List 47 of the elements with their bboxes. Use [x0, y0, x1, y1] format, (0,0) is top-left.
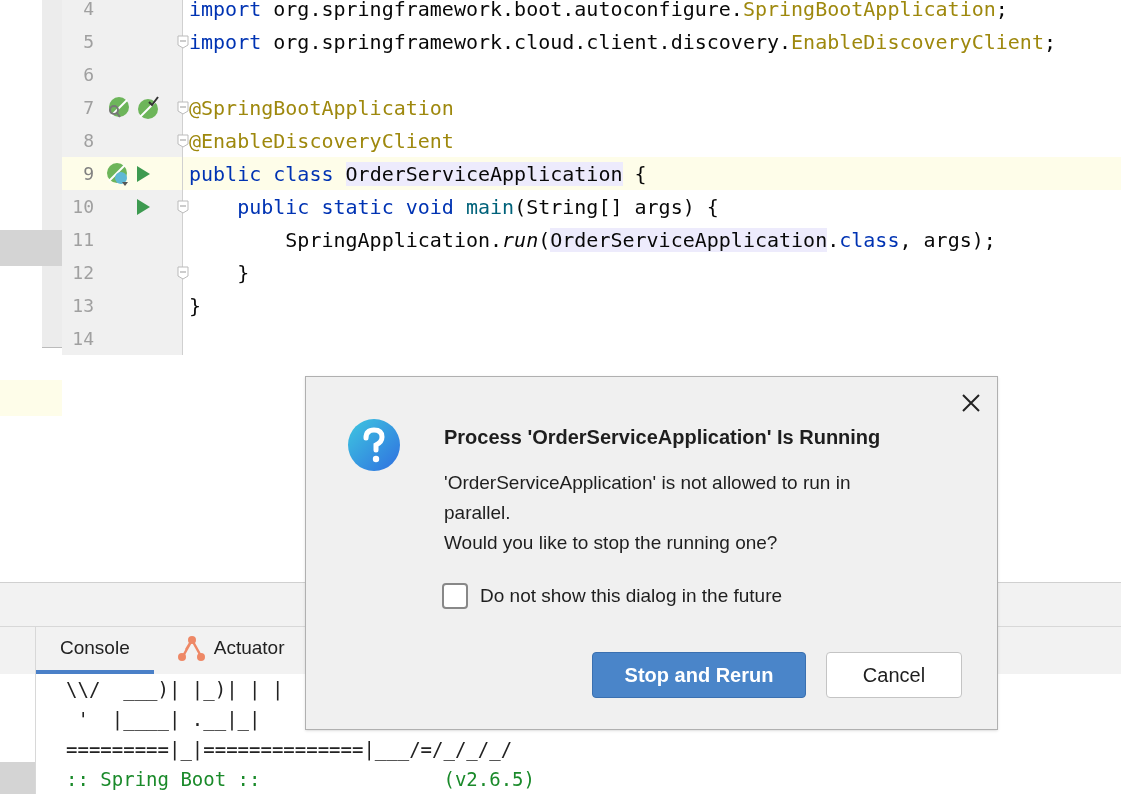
close-icon — [961, 393, 981, 413]
console-line: ' |____| .__|_| — [76, 707, 261, 733]
code-line: } — [189, 292, 202, 320]
actuator-icon — [177, 635, 206, 662]
fold-marker-icon[interactable] — [177, 265, 189, 280]
dialog-title: Process 'OrderServiceApplication' Is Running — [444, 425, 881, 450]
line-number: 9 — [82, 162, 94, 186]
do-not-show-checkbox[interactable]: Do not show this dialog in the future — [442, 582, 881, 611]
dialog-message: Would you like to stop the running one? — [444, 531, 778, 555]
line-number: 12 — [71, 261, 94, 285]
fold-marker-icon[interactable] — [177, 34, 189, 49]
spring-bean-icon[interactable] — [106, 161, 130, 186]
tool-tab[interactable]: Console — [36, 627, 154, 674]
fold-marker-icon[interactable] — [177, 133, 189, 148]
line-number: 10 — [71, 195, 94, 219]
dialog-button[interactable]: Cancel — [826, 652, 962, 698]
code-line: SpringApplication.run(OrderServiceApplication.class, args); — [284, 226, 996, 254]
line-number: 4 — [82, 0, 94, 21]
line-number: 6 — [82, 63, 94, 87]
run-icon[interactable] — [136, 198, 150, 215]
code-line: @EnableDiscoveryClient — [189, 127, 454, 155]
line-number: 14 — [71, 327, 94, 351]
code-line: import org.springframework.boot.autoconfigure.SpringBootApplication; — [189, 0, 1008, 23]
console-line: =========|_|==============|___/=/_/_/_/ — [66, 737, 513, 763]
fold-marker-icon[interactable] — [177, 100, 189, 115]
line-number: 7 — [82, 96, 94, 120]
line-number: 11 — [71, 228, 94, 252]
code-line: public class OrderServiceApplication { — [189, 160, 647, 188]
console-line: \\/ ___)| |_)| | | — [66, 677, 284, 703]
code-line: public static void main(String[] args) { — [236, 193, 719, 221]
code-line: import org.springframework.cloud.client.discovery.EnableDiscoveryClient; — [189, 28, 1056, 56]
run-icon[interactable] — [136, 165, 150, 182]
line-number: 8 — [82, 129, 94, 153]
fold-marker-icon[interactable] — [177, 199, 189, 214]
dialog-button[interactable]: Stop and Rerun — [592, 652, 806, 698]
question-icon — [347, 418, 401, 472]
code-line: @SpringBootApplication — [189, 94, 454, 122]
dialog-message: parallel. — [444, 501, 511, 525]
code-line: } — [236, 259, 250, 287]
spring-leaf-check-icon[interactable] — [136, 95, 160, 120]
line-number: 5 — [82, 30, 94, 54]
console-line: :: Spring Boot :: (v2.6.5) — [66, 767, 535, 792]
tool-tab[interactable]: Actuator — [153, 627, 309, 674]
spring-leaf-search-icon[interactable] — [106, 95, 130, 120]
line-number: 13 — [71, 294, 94, 318]
checkbox[interactable] — [442, 583, 468, 610]
dialog-message: 'OrderServiceApplication' is not allowed to run in — [444, 471, 851, 495]
